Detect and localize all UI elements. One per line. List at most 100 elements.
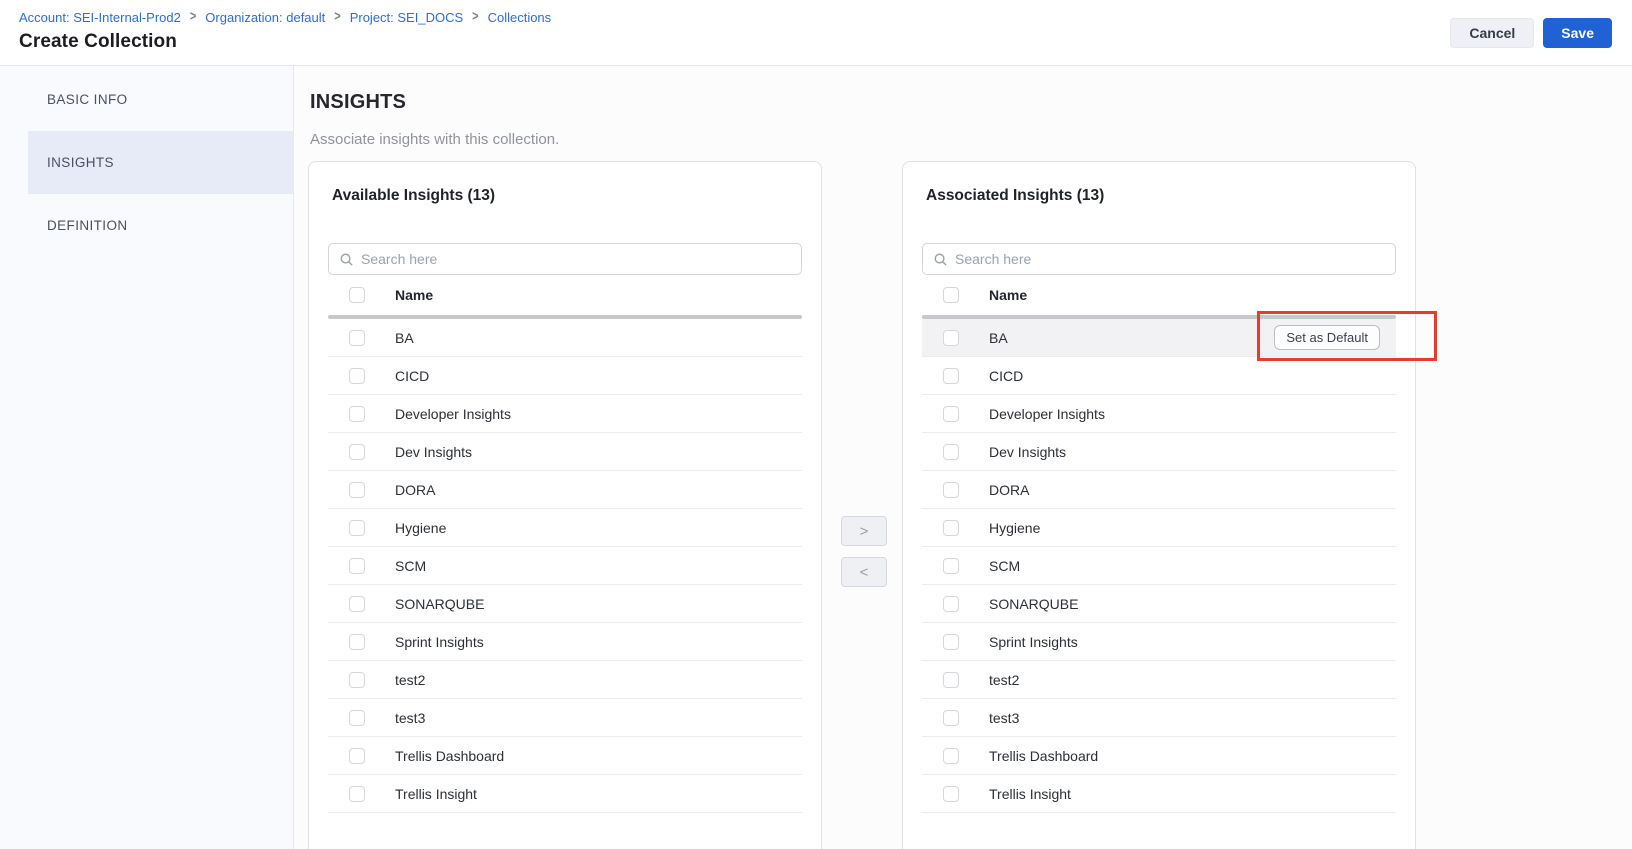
insight-row[interactable]: BA [328, 319, 802, 357]
insight-row[interactable]: Developer Insights [328, 395, 802, 433]
row-checkbox[interactable] [349, 368, 365, 384]
row-checkbox[interactable] [943, 786, 959, 802]
insight-row[interactable]: test2 [922, 661, 1396, 699]
insight-row[interactable]: SONARQUBE [922, 585, 1396, 623]
breadcrumb-link[interactable]: Account: SEI-Internal-Prod2 [19, 10, 181, 25]
breadcrumb-link[interactable]: Collections [488, 10, 552, 25]
available-searchbox [328, 243, 802, 275]
row-checkbox[interactable] [349, 672, 365, 688]
insight-row[interactable]: Dev Insights [328, 433, 802, 471]
insight-row[interactable]: test2 [328, 661, 802, 699]
insight-row[interactable]: Trellis Insight [922, 775, 1396, 813]
section-heading: INSIGHTS [310, 91, 559, 114]
insight-row[interactable]: SONARQUBE [328, 585, 802, 623]
insight-row[interactable]: Trellis Insight [328, 775, 802, 813]
row-checkbox[interactable] [349, 748, 365, 764]
insight-name: Hygiene [989, 520, 1040, 536]
row-checkbox[interactable] [943, 330, 959, 346]
insight-name: test3 [395, 710, 425, 726]
available-table-header: Name [328, 275, 802, 315]
insight-name: SONARQUBE [395, 596, 484, 612]
row-checkbox[interactable] [943, 710, 959, 726]
row-checkbox[interactable] [349, 710, 365, 726]
available-rows: BACICDDeveloper Insights Dev Insights DORA… [328, 319, 802, 813]
insight-row[interactable]: Sprint Insights [922, 623, 1396, 661]
move-left-button[interactable]: < [841, 557, 887, 587]
row-checkbox[interactable] [943, 672, 959, 688]
associated-insights-panel: Associated Insights (13) Name BASet as D… [902, 161, 1416, 849]
breadcrumb-separator-icon: > [472, 8, 478, 27]
insight-row[interactable]: test3 [328, 699, 802, 737]
insight-name: Sprint Insights [395, 634, 484, 650]
insight-name: Dev Insights [989, 444, 1066, 460]
row-checkbox[interactable] [349, 330, 365, 346]
page-title: Create Collection [19, 31, 551, 53]
breadcrumb-link[interactable]: Organization: default [205, 10, 325, 25]
available-panel-title: Available Insights (13) [332, 186, 802, 205]
set-as-default-button[interactable]: Set as Default [1274, 325, 1380, 350]
select-all-checkbox[interactable] [943, 287, 959, 303]
insight-name: Dev Insights [395, 444, 472, 460]
associated-table-header: Name [922, 275, 1396, 315]
sidebar-item-definition[interactable]: DEFINITION [28, 194, 293, 257]
save-button[interactable]: Save [1543, 18, 1612, 48]
row-checkbox[interactable] [943, 368, 959, 384]
breadcrumb-separator-icon: > [334, 8, 340, 27]
associated-searchbox [922, 243, 1396, 275]
insight-row[interactable]: Hygiene [922, 509, 1396, 547]
insight-row[interactable]: Sprint Insights [328, 623, 802, 661]
name-column-header: Name [989, 287, 1027, 303]
row-checkbox[interactable] [349, 558, 365, 574]
row-checkbox[interactable] [943, 406, 959, 422]
insight-row[interactable]: Hygiene [328, 509, 802, 547]
row-checkbox[interactable] [943, 482, 959, 498]
insight-name: test3 [989, 710, 1019, 726]
row-checkbox[interactable] [349, 520, 365, 536]
row-checkbox[interactable] [943, 748, 959, 764]
insight-row[interactable]: Trellis Dashboard [922, 737, 1396, 775]
search-icon [339, 252, 354, 267]
insight-name: SCM [395, 558, 426, 574]
row-checkbox[interactable] [349, 634, 365, 650]
sidebar-item-basic-info[interactable]: BASIC INFO [28, 68, 293, 131]
associated-search-input[interactable] [955, 251, 1385, 267]
insight-row[interactable]: DORA [328, 471, 802, 509]
row-checkbox[interactable] [349, 482, 365, 498]
row-checkbox[interactable] [943, 444, 959, 460]
search-icon [933, 252, 948, 267]
available-insights-panel: Available Insights (13) Name BACICDDevel… [308, 161, 822, 849]
insight-name: SONARQUBE [989, 596, 1078, 612]
row-checkbox[interactable] [349, 406, 365, 422]
insight-name: Trellis Insight [989, 786, 1071, 802]
move-right-button[interactable]: > [841, 516, 887, 546]
select-all-checkbox[interactable] [349, 287, 365, 303]
row-checkbox[interactable] [349, 444, 365, 460]
insight-row[interactable]: SCM [328, 547, 802, 585]
insight-name: CICD [989, 368, 1023, 384]
row-checkbox[interactable] [943, 596, 959, 612]
insight-name: Sprint Insights [989, 634, 1078, 650]
row-checkbox[interactable] [943, 634, 959, 650]
row-checkbox[interactable] [943, 520, 959, 536]
row-checkbox[interactable] [349, 786, 365, 802]
insight-name: SCM [989, 558, 1020, 574]
insight-name: DORA [989, 482, 1029, 498]
row-checkbox[interactable] [943, 558, 959, 574]
insight-row[interactable]: CICD [922, 357, 1396, 395]
top-bar: Account: SEI-Internal-Prod2 > Organization… [0, 0, 1632, 66]
available-search-input[interactable] [361, 251, 791, 267]
sidebar-item-insights[interactable]: INSIGHTS [28, 131, 293, 194]
insight-row[interactable]: Developer Insights [922, 395, 1396, 433]
insight-row[interactable]: Dev Insights [922, 433, 1396, 471]
breadcrumb-link[interactable]: Project: SEI_DOCS [350, 10, 463, 25]
insight-row[interactable]: Trellis Dashboard [328, 737, 802, 775]
insight-row[interactable]: BASet as Default [922, 319, 1396, 357]
insight-row[interactable]: DORA [922, 471, 1396, 509]
insight-row[interactable]: test3 [922, 699, 1396, 737]
insight-row[interactable]: CICD [328, 357, 802, 395]
row-checkbox[interactable] [349, 596, 365, 612]
cancel-button[interactable]: Cancel [1450, 18, 1534, 48]
insight-row[interactable]: SCM [922, 547, 1396, 585]
insight-name: test2 [395, 672, 425, 688]
insight-name: Trellis Dashboard [989, 748, 1098, 764]
